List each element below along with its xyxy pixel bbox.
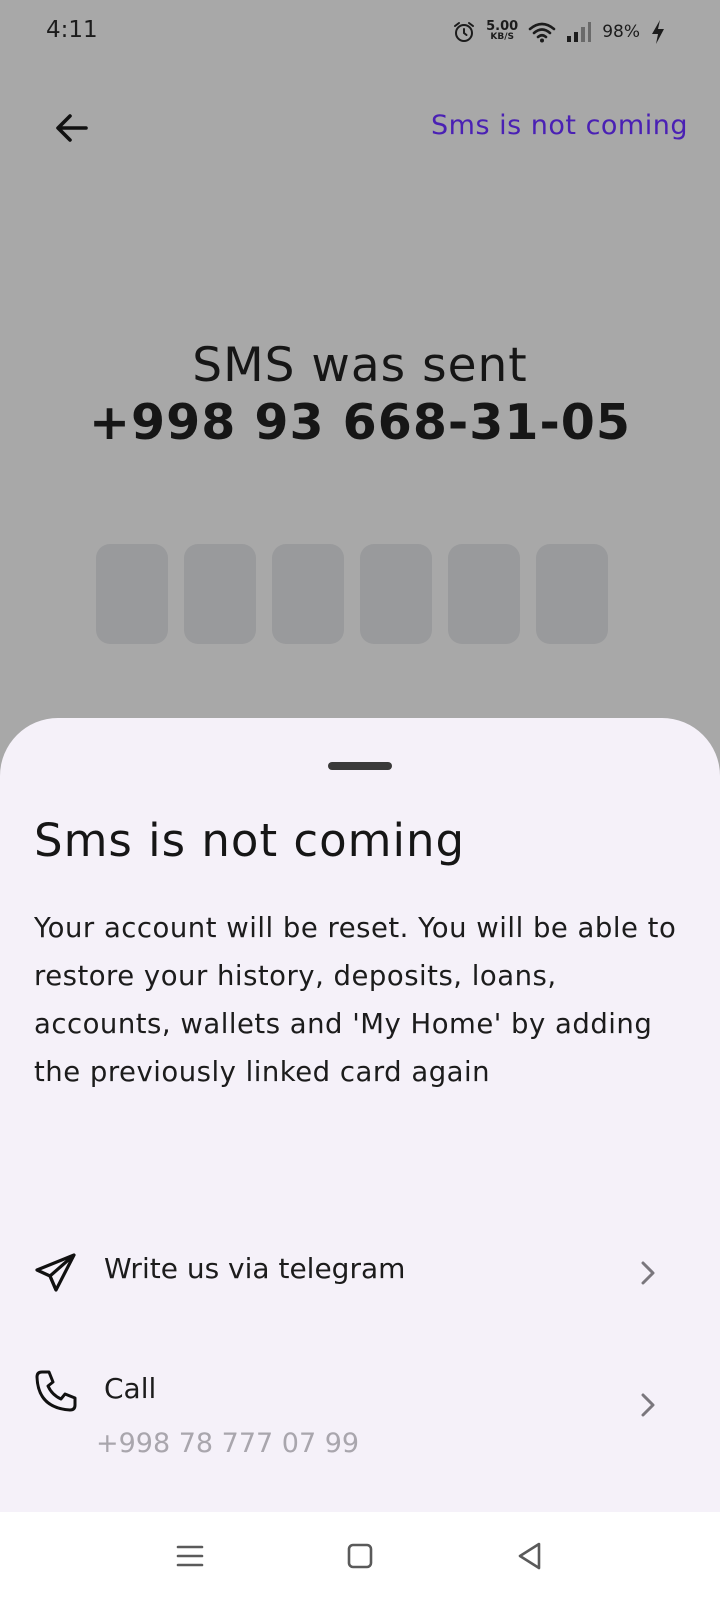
call-option[interactable]: Call +998 78 777 07 99 <box>0 1338 720 1488</box>
code-digit-box[interactable] <box>536 544 608 644</box>
code-digit-box[interactable] <box>96 544 168 644</box>
phone-icon <box>35 1370 77 1412</box>
system-nav-bar <box>0 1512 720 1600</box>
screen: 4:11 5.00 KB/S 98% Sms is not coming SMS… <box>0 0 720 1600</box>
chevron-right-icon <box>641 1261 655 1285</box>
home-icon[interactable] <box>342 1538 378 1574</box>
code-digit-box[interactable] <box>272 544 344 644</box>
code-digit-box[interactable] <box>360 544 432 644</box>
bottom-sheet: Sms is not coming Your account will be r… <box>0 718 720 1512</box>
net-speed-unit: KB/S <box>490 32 514 42</box>
alarm-icon <box>454 22 475 42</box>
wifi-icon <box>528 22 556 43</box>
sheet-description: Your account will be reset. You will be … <box>34 912 677 1088</box>
chevron-right-icon <box>641 1393 655 1417</box>
phone-number: +998 93 668-31-05 <box>89 394 631 451</box>
sheet-title: Sms is not coming <box>34 814 466 867</box>
code-digit-box[interactable] <box>448 544 520 644</box>
code-digit-box[interactable] <box>184 544 256 644</box>
net-speed: 5.00 KB/S <box>486 19 519 43</box>
status-bar: 4:11 5.00 KB/S 98% <box>0 0 720 64</box>
menu-icon[interactable] <box>172 1538 208 1574</box>
telegram-option-label: Write us via telegram <box>104 1252 406 1285</box>
sms-sent-title: SMS was sent <box>192 338 528 393</box>
status-icons: 5.00 KB/S 98% <box>452 16 666 48</box>
battery-level: 98% <box>602 22 640 42</box>
drag-handle[interactable] <box>328 762 392 770</box>
sms-not-coming-link[interactable]: Sms is not coming <box>431 110 688 141</box>
signal-icon <box>567 22 592 42</box>
net-speed-value: 5.00 <box>486 19 519 34</box>
telegram-icon <box>35 1253 76 1292</box>
telegram-option[interactable]: Write us via telegram <box>0 1228 720 1318</box>
charging-icon <box>652 20 664 44</box>
arrow-left-icon[interactable] <box>52 108 92 148</box>
status-time: 4:11 <box>46 17 98 43</box>
call-option-label: Call <box>104 1372 157 1405</box>
code-input[interactable] <box>96 544 608 644</box>
call-phone-number: +998 78 777 07 99 <box>96 1428 360 1459</box>
back-icon[interactable] <box>512 1538 548 1574</box>
